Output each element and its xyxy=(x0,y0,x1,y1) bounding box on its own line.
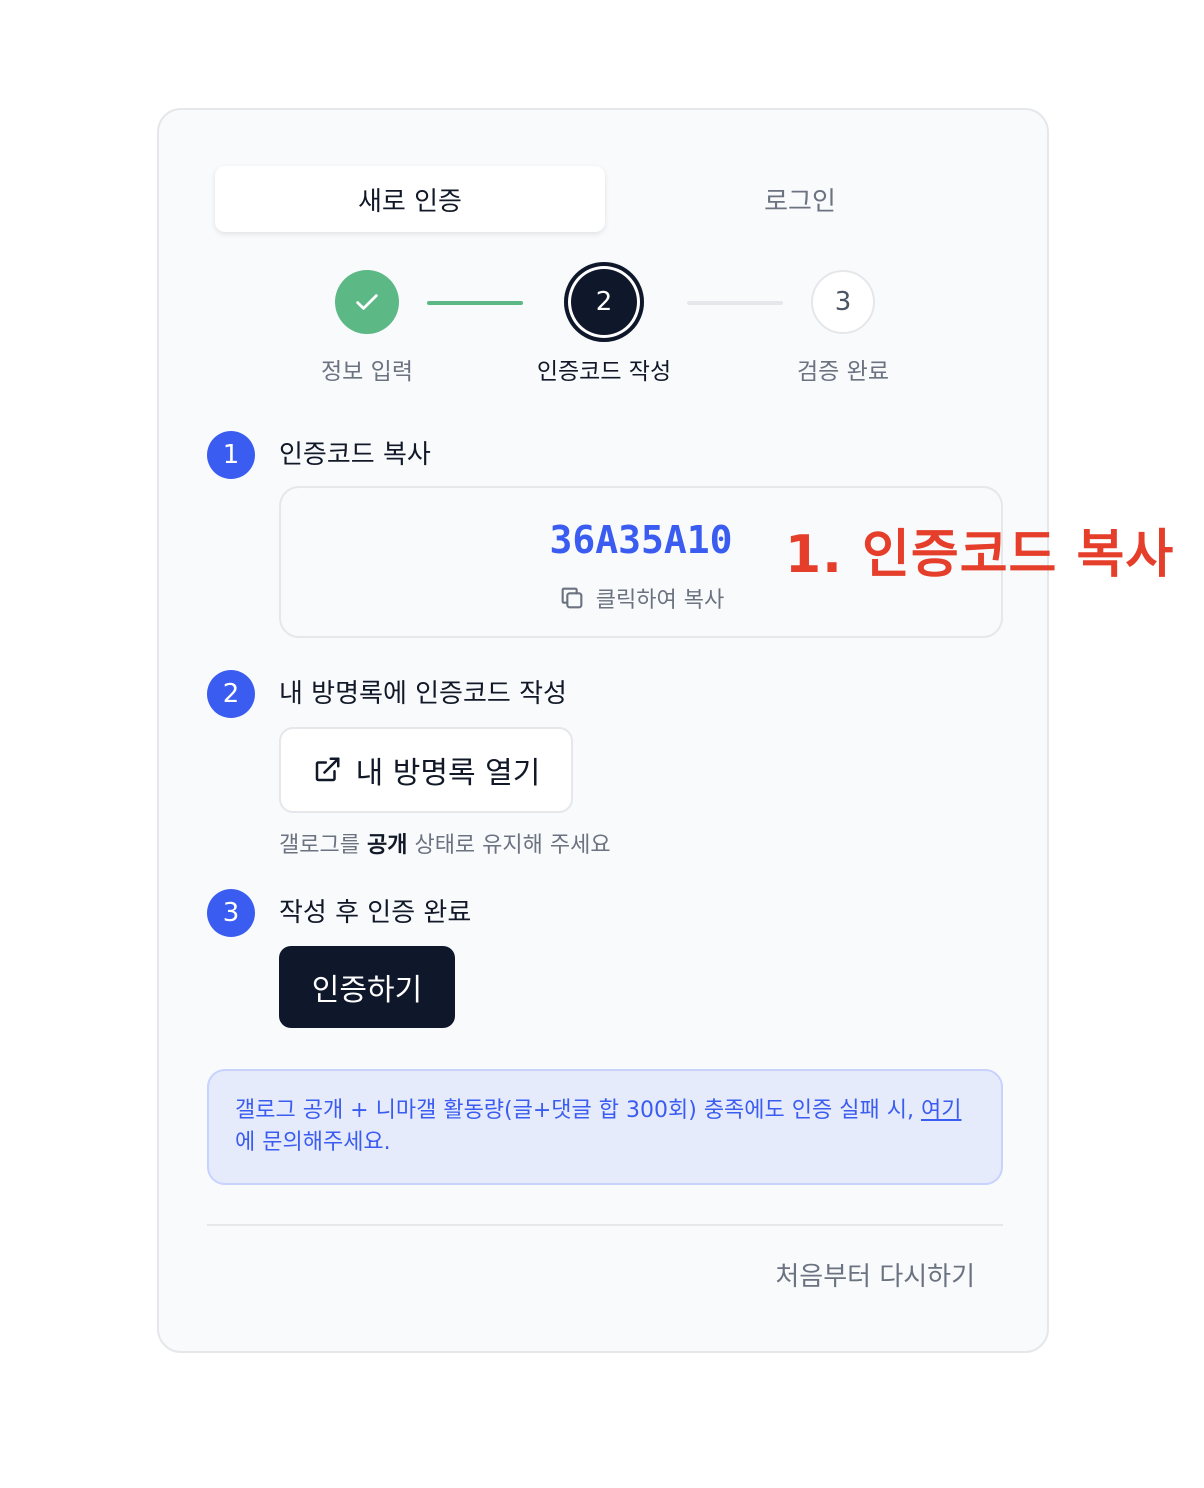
section-3-title: 작성 후 인증 완료 xyxy=(279,898,472,928)
info-text-after: 에 문의해주세요. xyxy=(235,1130,391,1155)
section-3-badge: 3 xyxy=(207,889,255,937)
open-guestbook-button[interactable]: 내 방명록 열기 xyxy=(279,727,573,813)
hint-bold: 공개 xyxy=(366,833,408,858)
footer-divider xyxy=(207,1224,1003,1226)
step-1-complete xyxy=(335,270,399,334)
contact-link[interactable]: 여기 xyxy=(921,1098,961,1123)
restart-button[interactable]: 처음부터 다시하기 xyxy=(775,1256,975,1293)
hint-suffix: 상태로 유지해 주세요 xyxy=(414,833,611,858)
check-icon xyxy=(356,294,378,310)
step-3-pending: 3 xyxy=(811,270,875,334)
step-connector-2 xyxy=(687,301,783,305)
info-text-before: 갤로그 공개 + 니마갤 활동량(글+댓글 합 300회) 충족에도 인증 실패… xyxy=(235,1098,914,1123)
step-3-label: 검증 완료 xyxy=(797,359,889,385)
annotation-label: 1. 인증코드 복사 xyxy=(785,525,1175,585)
auth-tabs: 새로 인증 로그인 xyxy=(215,166,995,232)
copy-icon xyxy=(561,587,583,609)
external-link-icon xyxy=(315,757,340,782)
info-notice: 갤로그 공개 + 니마갤 활동량(글+댓글 합 300회) 충족에도 인증 실패… xyxy=(207,1069,1003,1185)
step-2-current: 2 xyxy=(564,262,644,342)
step-1-label: 정보 입력 xyxy=(321,359,413,385)
step-2-label: 인증코드 작성 xyxy=(536,359,672,385)
step-connector-1 xyxy=(427,301,523,305)
section-1-badge: 1 xyxy=(207,431,255,479)
tab-new-verification[interactable]: 새로 인증 xyxy=(215,166,605,232)
progress-stepper: 2 3 정보 입력 인증코드 작성 검증 완료 xyxy=(159,262,1051,392)
section-2-title: 내 방명록에 인증코드 작성 xyxy=(279,679,567,709)
open-guestbook-label: 내 방명록 열기 xyxy=(355,756,541,791)
copy-hint-text: 클릭하여 복사 xyxy=(595,588,725,613)
hint-prefix: 갤로그를 xyxy=(279,833,360,858)
verify-button[interactable]: 인증하기 xyxy=(279,946,455,1028)
verification-card: 새로 인증 로그인 2 3 정보 입력 인증코드 작성 검증 완료 1 인증코드… xyxy=(157,108,1173,1353)
tab-login[interactable]: 로그인 xyxy=(605,166,995,232)
gallog-public-hint: 갤로그를 공개 상태로 유지해 주세요 xyxy=(279,827,611,859)
section-1-title: 인증코드 복사 xyxy=(279,440,431,470)
section-2-badge: 2 xyxy=(207,670,255,718)
